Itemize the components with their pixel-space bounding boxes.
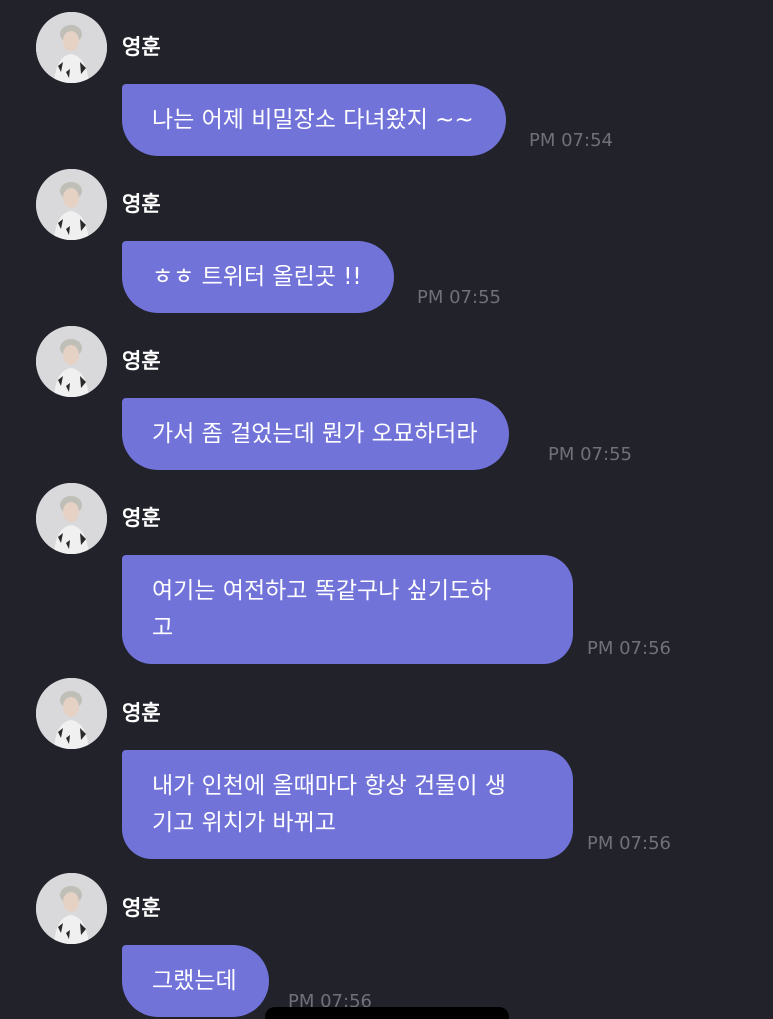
- sender-name: 영훈: [122, 192, 161, 216]
- message-timestamp: PM 07:54: [529, 130, 613, 151]
- home-indicator[interactable]: [265, 1007, 509, 1019]
- message-timestamp: PM 07:55: [417, 287, 501, 308]
- chat-screen: 영훈 나는 어제 비밀장소 다녀왔지 ~~ PM 07:54 영훈 ㅎㅎ 트위터…: [0, 0, 773, 1019]
- message-bubble[interactable]: 가서 좀 걸었는데 뭔가 오묘하더라: [122, 398, 510, 470]
- message-bubble[interactable]: 여기는 여전하고 똑같구나 싶기도하 고: [122, 555, 573, 664]
- message-bubble[interactable]: ㅎㅎ 트위터 올린곳 !!: [122, 241, 394, 313]
- message-bubble[interactable]: 그랬는데: [122, 945, 269, 1017]
- avatar[interactable]: [36, 169, 107, 240]
- profile-photo-icon: [36, 169, 107, 240]
- sender-name: 영훈: [122, 35, 161, 59]
- sender-name: 영훈: [122, 701, 161, 725]
- profile-photo-icon: [36, 483, 107, 554]
- profile-photo-icon: [36, 12, 107, 83]
- avatar[interactable]: [36, 678, 107, 749]
- message-timestamp: PM 07:55: [548, 444, 632, 465]
- avatar[interactable]: [36, 12, 107, 83]
- profile-photo-icon: [36, 678, 107, 749]
- message-timestamp: PM 07:56: [587, 833, 671, 854]
- sender-name: 영훈: [122, 896, 161, 920]
- avatar[interactable]: [36, 873, 107, 944]
- profile-photo-icon: [36, 873, 107, 944]
- avatar[interactable]: [36, 326, 107, 397]
- sender-name: 영훈: [122, 349, 161, 373]
- sender-name: 영훈: [122, 506, 161, 530]
- message-bubble[interactable]: 나는 어제 비밀장소 다녀왔지 ~~: [122, 84, 506, 156]
- message-bubble[interactable]: 내가 인천에 올때마다 항상 건물이 생 기고 위치가 바뀌고: [122, 750, 573, 859]
- avatar[interactable]: [36, 483, 107, 554]
- profile-photo-icon: [36, 326, 107, 397]
- message-timestamp: PM 07:56: [587, 638, 671, 659]
